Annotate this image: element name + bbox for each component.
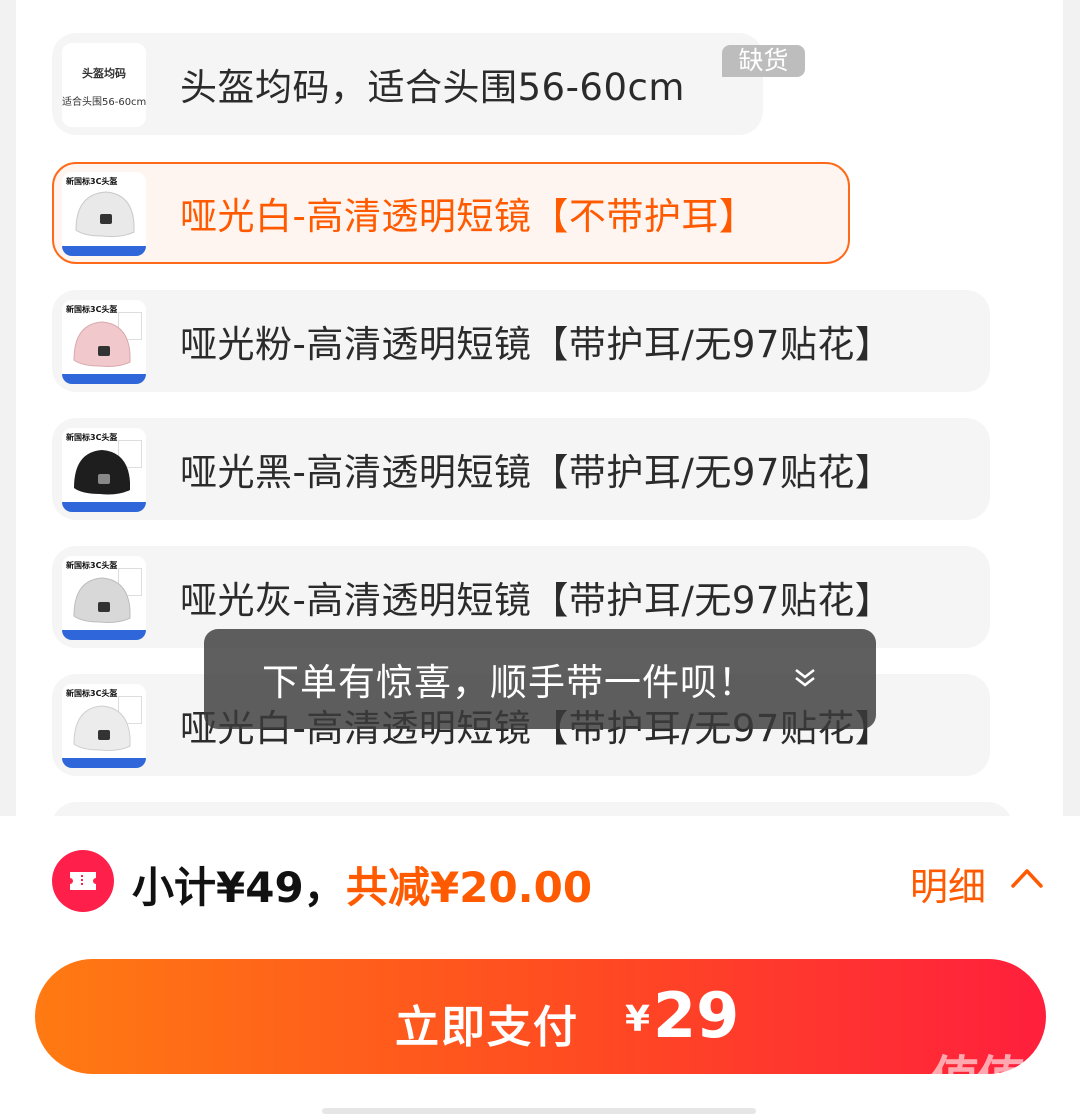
helmet-icon bbox=[74, 450, 130, 495]
chevron-up-icon[interactable] bbox=[1010, 862, 1044, 892]
out-of-stock-badge: 缺货 bbox=[722, 45, 805, 77]
discount-text: 共减¥20.00 bbox=[346, 863, 593, 912]
option-label: 哑光白-高清透明短镜【不带护耳】 bbox=[180, 195, 757, 238]
details-link[interactable]: 明细 bbox=[910, 856, 986, 911]
thumb-band bbox=[62, 246, 146, 256]
toast-text: 下单有惊喜，顺手带一件呗！ bbox=[262, 661, 756, 704]
helmet-icon bbox=[73, 705, 131, 751]
size-thumb-line2: 适合头围56-60cm bbox=[62, 97, 146, 108]
thumb-band bbox=[62, 374, 146, 384]
option-label: 头盔均码，适合头围56-60cm bbox=[180, 66, 685, 109]
home-indicator bbox=[322, 1108, 756, 1114]
option-matte-black[interactable]: 新国标3C头盔 哑光黑-高清透明短镜【带护耳/无97贴花】 bbox=[52, 418, 990, 520]
pay-button-label: 立即支付 bbox=[395, 1002, 579, 1053]
option-label: 哑光粉-高清透明短镜【带护耳/无97贴花】 bbox=[180, 323, 893, 366]
coupon-icon bbox=[52, 850, 114, 912]
subtotal-text: 小计¥49， bbox=[132, 863, 346, 912]
helmet-thumbnail: 新国标3C头盔 bbox=[62, 684, 146, 768]
option-matte-pink[interactable]: 新国标3C头盔 哑光粉-高清透明短镜【带护耳/无97贴花】 bbox=[52, 290, 990, 392]
helmet-thumbnail: 新国标3C头盔 bbox=[62, 172, 146, 256]
option-size[interactable]: 头盔均码 适合头围56-60cm 头盔均码，适合头围56-60cm 缺货 bbox=[52, 33, 805, 135]
thumb-band bbox=[62, 630, 146, 640]
helmet-thumbnail: 新国标3C头盔 bbox=[62, 300, 146, 384]
option-matte-white-no-ear[interactable]: 新国标3C头盔 哑光白-高清透明短镜【不带护耳】 bbox=[52, 162, 850, 264]
size-thumb-line1: 头盔均码 bbox=[82, 67, 126, 80]
helmet-thumbnail: 新国标3C头盔 bbox=[62, 556, 146, 640]
size-thumbnail: 头盔均码 适合头围56-60cm bbox=[62, 43, 146, 127]
thumb-band bbox=[62, 758, 146, 768]
thumb-band bbox=[62, 502, 146, 512]
helmet-thumbnail: 新国标3C头盔 bbox=[62, 428, 146, 512]
double-chevron-down-icon[interactable] bbox=[792, 665, 818, 691]
watermark-url: zhizhizhi.com bbox=[930, 1093, 1058, 1113]
helmet-icon bbox=[73, 321, 131, 367]
pay-now-button[interactable]: 立即支付 ¥ 29 bbox=[35, 959, 1046, 1074]
promo-toast[interactable]: 下单有惊喜，顺手带一件呗！ bbox=[204, 629, 876, 729]
option-label: 哑光灰-高清透明短镜【带护耳/无97贴花】 bbox=[180, 579, 893, 622]
option-label: 哑光黑-高清透明短镜【带护耳/无97贴花】 bbox=[180, 451, 893, 494]
pay-currency: ¥ bbox=[625, 999, 651, 1040]
helmet-icon bbox=[75, 191, 135, 237]
checkout-bar: 小计¥49， 共减¥20.00 明细 立即支付 ¥ 29 bbox=[0, 816, 1080, 1119]
helmet-icon bbox=[73, 577, 131, 623]
pay-amount: 29 bbox=[653, 979, 740, 1052]
